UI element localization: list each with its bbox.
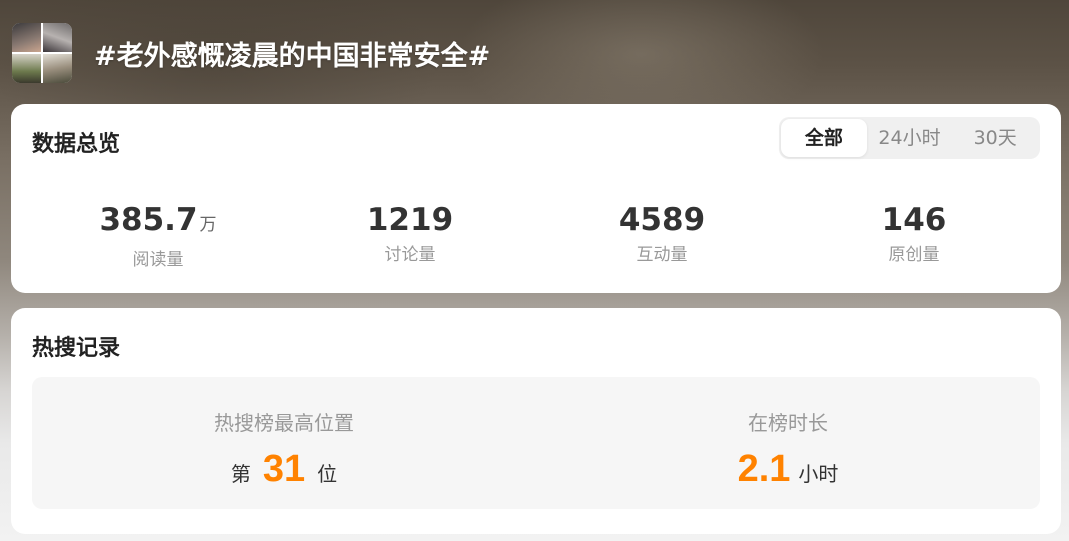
hot-search-title: 热搜记录 (32, 336, 121, 361)
duration-section: 在榜时长 2.1 小时 (536, 377, 1040, 509)
reads-label: 阅读量 (132, 250, 184, 270)
peak-rank-prefix: 第 (230, 462, 251, 486)
avatar-tile-2 (43, 23, 72, 52)
tab-all[interactable]: 全部 (781, 119, 867, 157)
reads-value: 385.7 (99, 202, 198, 238)
overview-title: 数据总览 (32, 132, 121, 157)
discussions-value: 1219 (366, 202, 454, 238)
duration-number: 2.1 (737, 448, 791, 490)
duration-unit: 小时 (798, 462, 839, 486)
peak-rank-value-row: 第 31 位 (32, 448, 536, 491)
discussions-label: 讨论量 (384, 245, 436, 265)
hot-search-record-box: 热搜榜最高位置 第 31 位 在榜时长 2.1 小时 (32, 377, 1040, 509)
topic-avatar[interactable] (12, 23, 72, 83)
peak-rank-number: 31 (262, 448, 306, 490)
stat-interactions: 4589 互动量 (536, 202, 788, 270)
originals-label: 原创量 (888, 245, 940, 265)
interactions-value: 4589 (618, 202, 706, 238)
peak-rank-section: 热搜榜最高位置 第 31 位 (32, 377, 536, 509)
time-range-tabs: 全部 24小时 30天 (779, 117, 1040, 159)
stat-originals: 146 原创量 (788, 202, 1040, 270)
tab-30-days[interactable]: 30天 (952, 119, 1038, 157)
stat-value: 385.7 万 (32, 202, 284, 243)
duration-label: 在榜时长 (748, 411, 828, 435)
avatar-tile-4 (43, 54, 72, 83)
stat-discussions: 1219 讨论量 (284, 202, 536, 270)
interactions-label: 互动量 (636, 245, 688, 265)
originals-value: 146 (881, 202, 947, 238)
topic-header: #老外感慨凌晨的中国非常安全# (12, 22, 490, 84)
tab-24-hours[interactable]: 24小时 (867, 119, 953, 157)
avatar-tile-1 (12, 23, 41, 52)
duration-value-row: 2.1 小时 (536, 448, 1040, 491)
peak-rank-label: 热搜榜最高位置 (214, 411, 354, 435)
reads-unit: 万 (199, 215, 217, 235)
avatar-tile-3 (12, 54, 41, 83)
peak-rank-suffix: 位 (317, 462, 338, 486)
stats-row: 385.7 万 阅读量 1219 讨论量 4589 互动量 146 原创量 (32, 202, 1040, 270)
overview-card: 数据总览 全部 24小时 30天 385.7 万 阅读量 1219 讨论量 458… (11, 104, 1061, 293)
stat-reads: 385.7 万 阅读量 (32, 202, 284, 270)
hot-search-card: 热搜记录 热搜榜最高位置 第 31 位 在榜时长 2.1 小时 (11, 308, 1061, 534)
topic-title: #老外感慨凌晨的中国非常安全# (94, 40, 491, 72)
